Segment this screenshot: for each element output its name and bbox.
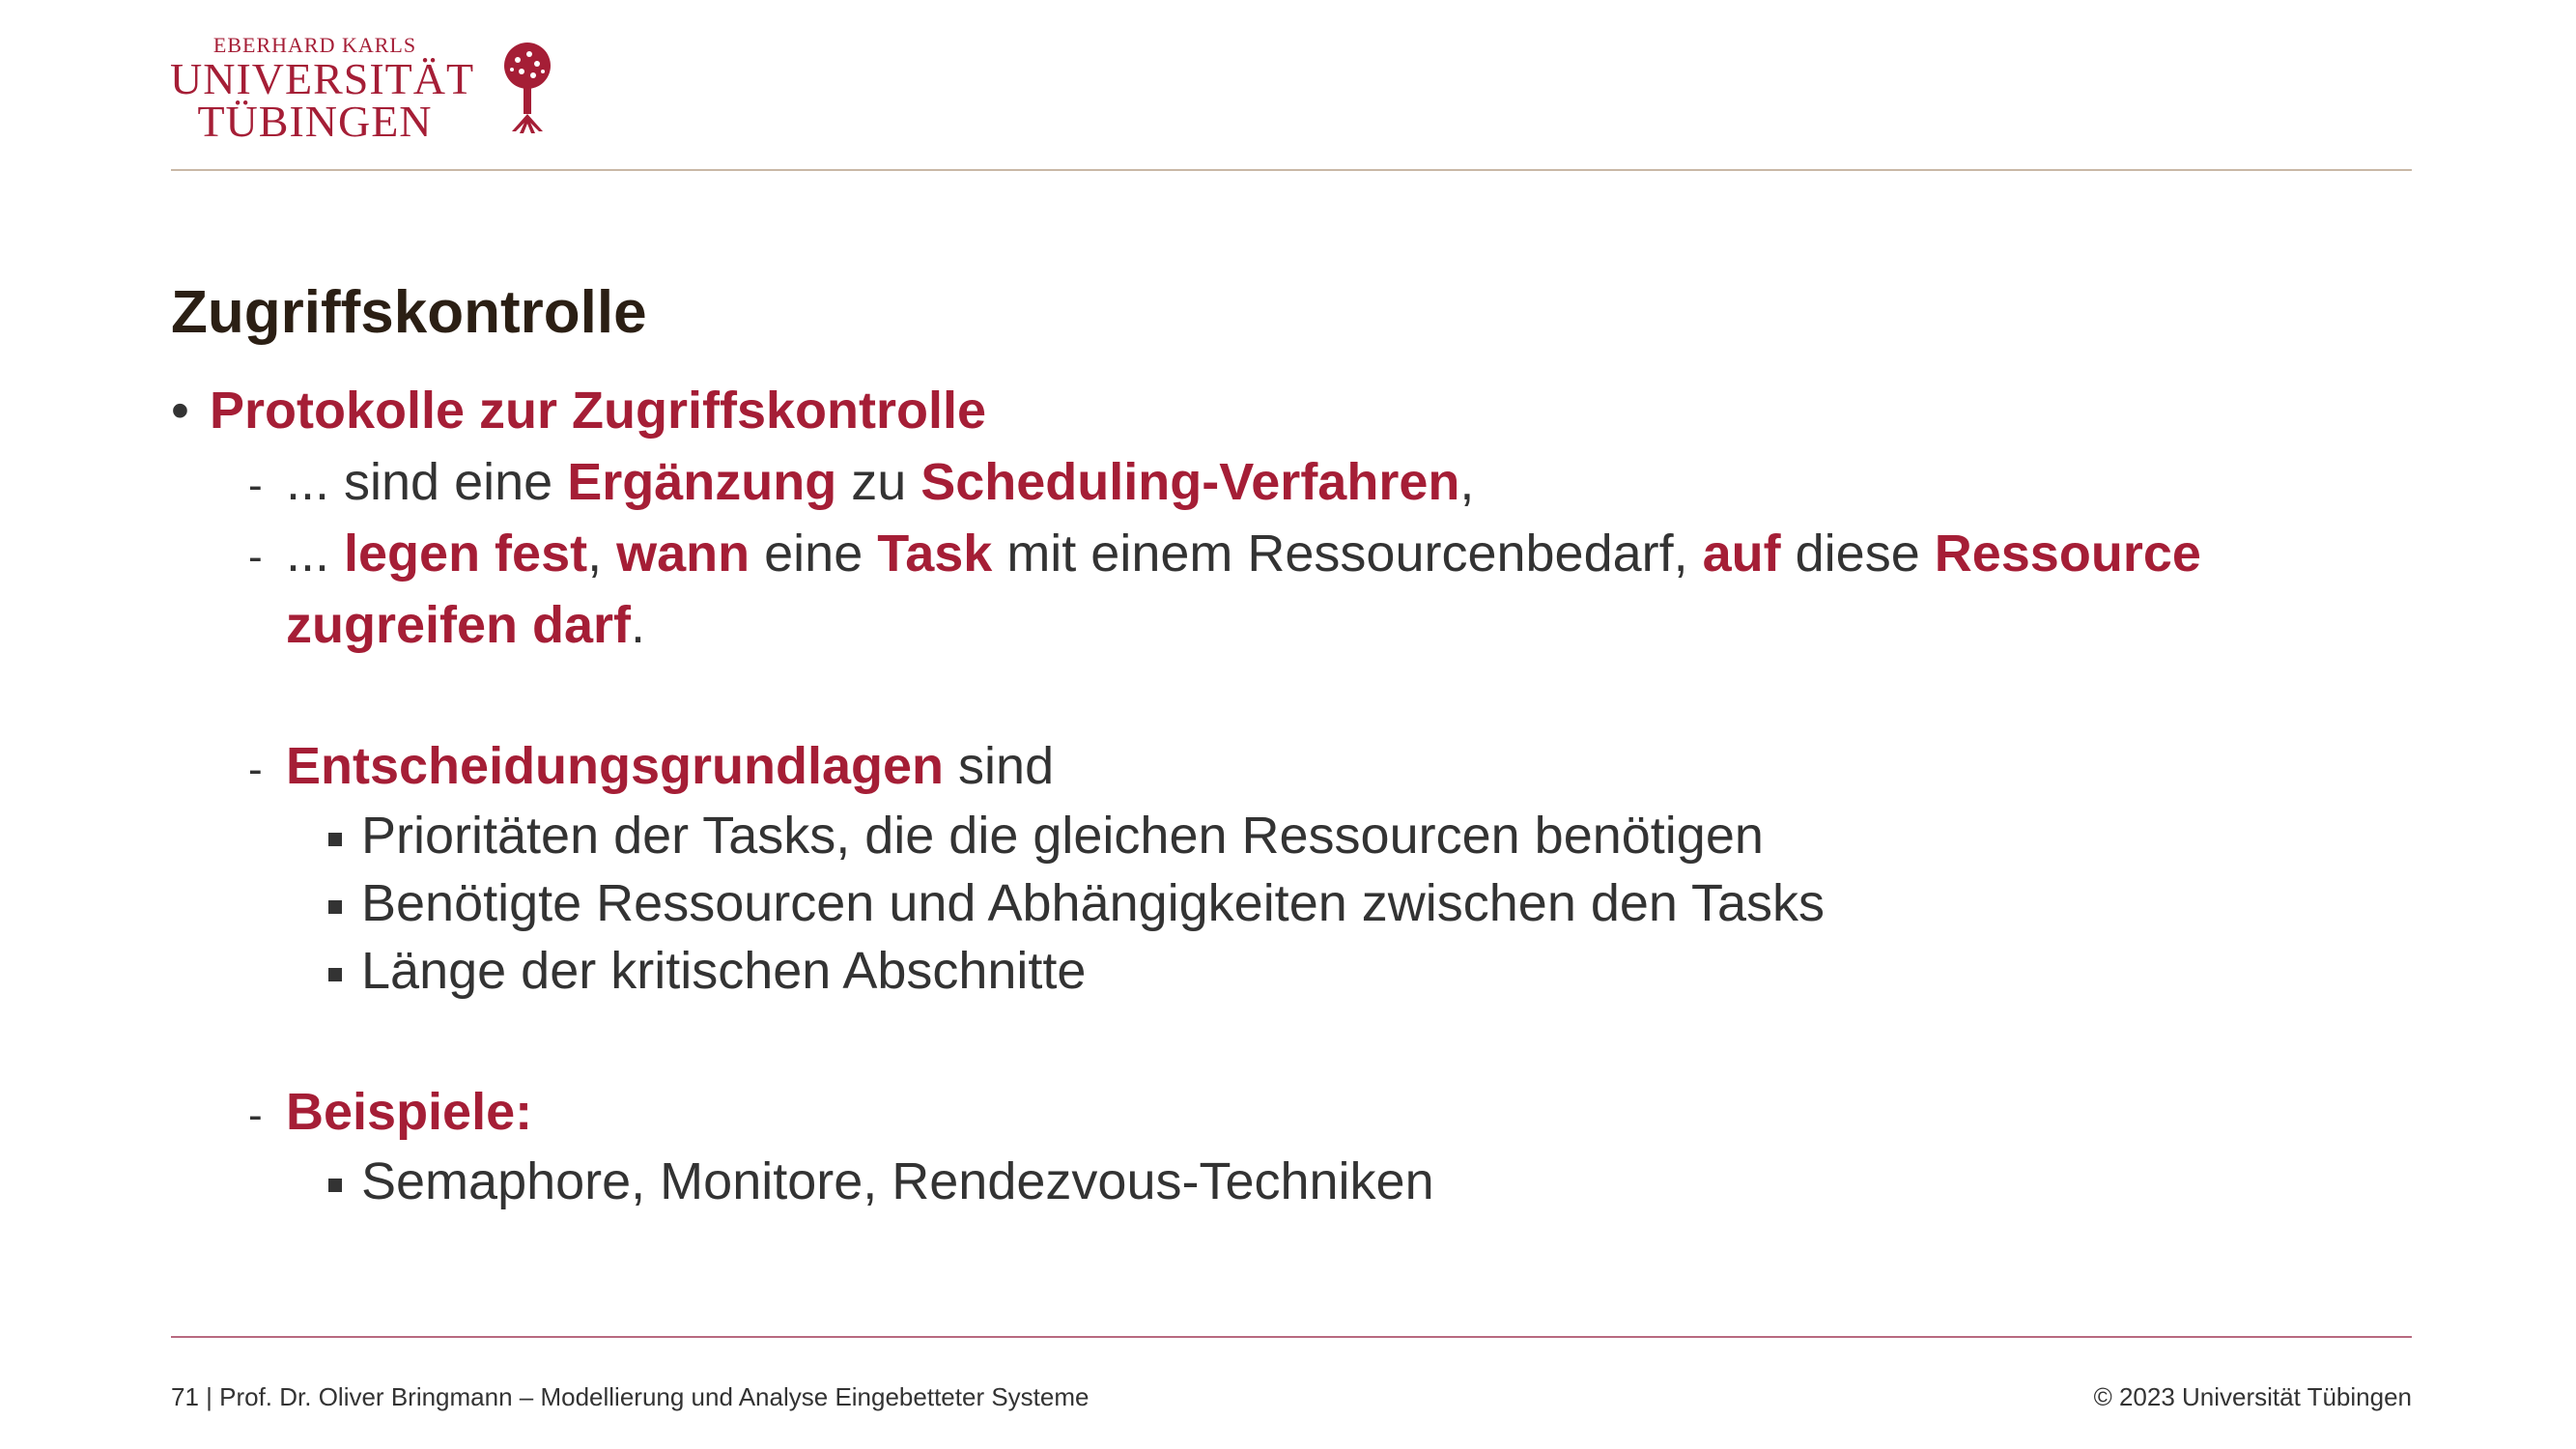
footer-course-info: 71 | Prof. Dr. Oliver Bringmann – Modell… bbox=[171, 1382, 1090, 1411]
text-highlight: Scheduling-Verfahren bbox=[920, 453, 1460, 511]
text-fragment: , bbox=[1459, 453, 1475, 511]
logo-line-2: UNIVERSITÄT bbox=[170, 54, 475, 103]
logo-wordmark: EBERHARD KARLS UNIVERSITÄT TÜBINGEN bbox=[170, 33, 475, 146]
text-highlight: legen fest bbox=[344, 525, 588, 582]
sub-item-beispiele: Beispiele: bbox=[286, 1076, 532, 1148]
square-bullet bbox=[328, 833, 342, 846]
list-item: Länge der kritischen Abschnitte bbox=[361, 942, 1087, 1000]
text-fragment: diese bbox=[1780, 525, 1935, 582]
text-fragment: ... bbox=[286, 525, 345, 582]
text-fragment: , bbox=[587, 525, 617, 582]
text-highlight: Ressource bbox=[1934, 525, 2201, 582]
bullet-dot: • bbox=[171, 382, 189, 440]
square-bullet bbox=[328, 900, 342, 914]
text-fragment: ... sind eine bbox=[286, 453, 568, 511]
text-fragment: eine bbox=[750, 525, 878, 582]
text-fragment: sind bbox=[944, 737, 1055, 795]
list-item: Semaphore, Monitore, Rendezvous-Technike… bbox=[361, 1152, 1434, 1210]
dash-marker: - bbox=[248, 746, 263, 793]
text-highlight: auf bbox=[1702, 525, 1781, 582]
square-bullet bbox=[328, 1179, 342, 1192]
sub-item-entscheidung: Entscheidungsgrundlagen sind bbox=[286, 730, 1054, 802]
list-item: Benötigte Ressourcen und Abhängigkeiten … bbox=[361, 874, 1826, 932]
bullet-protokolle: Protokolle zur Zugriffskontrolle bbox=[210, 375, 986, 446]
square-bullet bbox=[328, 968, 342, 981]
footer-copyright: © 2023 Universität Tübingen bbox=[2093, 1382, 2412, 1411]
sub-item-legen-fest-cont: zugreifen darf. bbox=[286, 589, 645, 661]
page-title: Zugriffskontrolle bbox=[171, 279, 647, 346]
list-item: Prioritäten der Tasks, die die gleichen … bbox=[361, 807, 1764, 865]
footer-divider bbox=[171, 1336, 2412, 1338]
sub-item-ergaenzung: ... sind eine Ergänzung zu Scheduling-Ve… bbox=[286, 446, 1474, 518]
text-highlight: Task bbox=[877, 525, 993, 582]
text-highlight: zugreifen darf bbox=[286, 596, 632, 654]
dash-marker: - bbox=[248, 1092, 263, 1139]
sub-item-legen-fest: ... legen fest, wann eine Task mit einem… bbox=[286, 518, 2201, 589]
tree-seal-icon bbox=[504, 43, 551, 133]
text-fragment: zu bbox=[836, 453, 921, 511]
text-highlight: Ergänzung bbox=[567, 453, 837, 511]
dash-marker: - bbox=[248, 533, 263, 581]
university-logo: EBERHARD KARLS UNIVERSITÄT TÜBINGEN bbox=[170, 33, 566, 144]
text-highlight: Beispiele: bbox=[286, 1083, 533, 1141]
logo-line-3: TÜBINGEN bbox=[197, 97, 433, 146]
text-highlight: wann bbox=[616, 525, 750, 582]
header-divider bbox=[171, 169, 2412, 171]
text-highlight: Entscheidungsgrundlagen bbox=[286, 737, 945, 795]
text-fragment: . bbox=[631, 596, 646, 654]
text-fragment: mit einem Ressourcenbedarf, bbox=[992, 525, 1703, 582]
dash-marker: - bbox=[248, 462, 263, 509]
bullet-text: Protokolle zur Zugriffskontrolle bbox=[210, 382, 987, 440]
